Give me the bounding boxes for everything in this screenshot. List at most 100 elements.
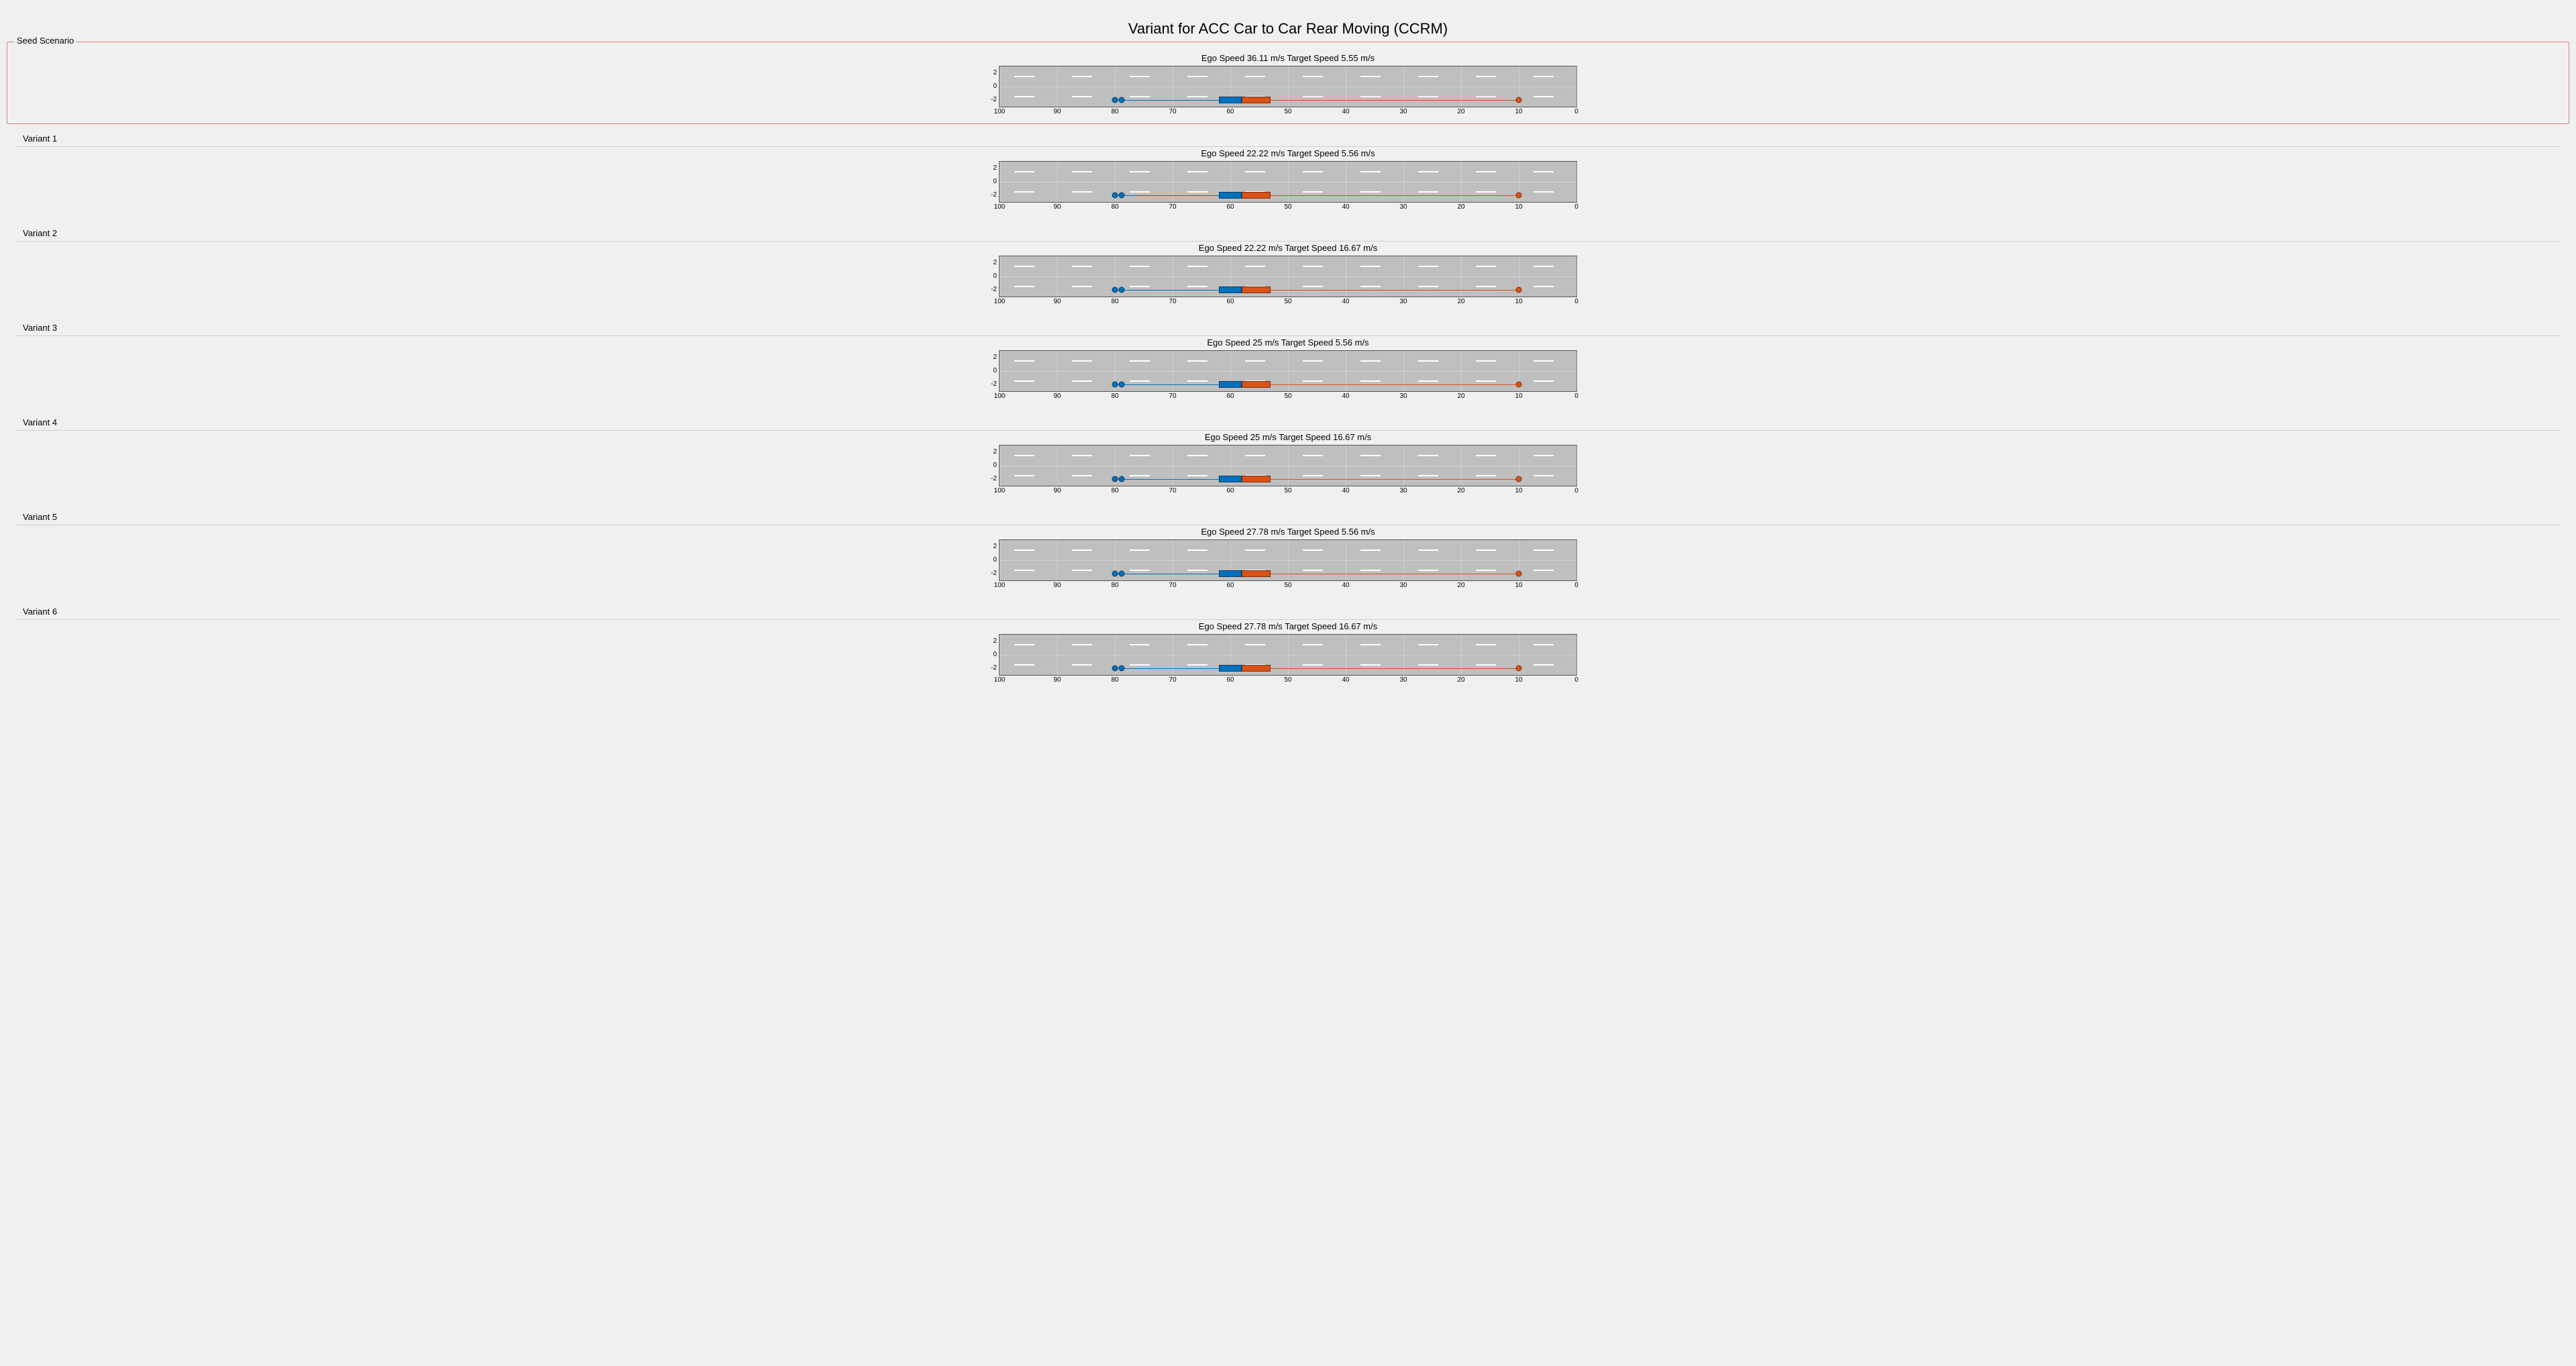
lane-dash xyxy=(1014,475,1034,476)
ego-start-dot xyxy=(1112,193,1118,199)
x-tick-label: 70 xyxy=(1169,392,1176,400)
lane-dash xyxy=(1303,570,1323,571)
panel-v3: Variant 3Ego Speed 25 m/s Target Speed 5… xyxy=(7,313,2569,408)
x-axis: 1009080706050403020100 xyxy=(1000,391,1576,402)
y-axis: 20-2 xyxy=(982,162,997,202)
road-chart: 20-21009080706050403020100 xyxy=(999,66,1577,107)
lane-dash xyxy=(1014,76,1034,77)
ego-trajectory-line xyxy=(1115,100,1219,101)
grid-vertical xyxy=(1288,351,1289,391)
lane-dash xyxy=(1245,266,1265,267)
x-tick-label: 50 xyxy=(1284,203,1291,211)
chart-wrap: 20-21009080706050403020100 xyxy=(16,445,2560,486)
panel-title: Variant 3 xyxy=(23,320,2560,333)
lane-dash xyxy=(1418,286,1438,287)
x-tick-label: 60 xyxy=(1226,582,1234,589)
x-tick-label: 90 xyxy=(1053,676,1061,684)
lane-dash xyxy=(1534,549,1554,551)
panel-divider xyxy=(16,241,2560,242)
x-tick-label: 10 xyxy=(1515,582,1522,589)
grid-vertical xyxy=(1576,540,1577,580)
lane-dash xyxy=(1187,171,1208,172)
y-tick-label: -2 xyxy=(982,286,997,293)
lane-dash xyxy=(1130,96,1150,97)
panel-divider xyxy=(16,430,2560,431)
x-tick-label: 20 xyxy=(1457,108,1464,115)
lane-dash xyxy=(1534,76,1554,77)
lane-dash xyxy=(1418,96,1438,97)
x-tick-label: 90 xyxy=(1053,298,1061,305)
lane-dash xyxy=(1360,455,1381,456)
lane-dash xyxy=(1418,549,1438,551)
lane-dash xyxy=(1303,455,1323,456)
chart-wrap: 20-21009080706050403020100 xyxy=(16,634,2560,676)
y-tick-label: 2 xyxy=(982,449,997,456)
x-tick-label: 70 xyxy=(1169,108,1176,115)
lane-dash xyxy=(1072,644,1092,645)
ego-trajectory-line xyxy=(1115,479,1219,480)
x-tick-label: 60 xyxy=(1226,203,1234,211)
x-tick-label: 0 xyxy=(1574,487,1578,494)
grid-vertical xyxy=(1057,162,1058,202)
chart-wrap: 20-21009080706050403020100 xyxy=(16,350,2560,392)
lane-dash xyxy=(1245,360,1265,362)
lane-dash xyxy=(1418,76,1438,77)
y-axis: 20-2 xyxy=(982,635,997,675)
lane-dash xyxy=(1418,266,1438,267)
lane-dash xyxy=(1360,475,1381,476)
x-tick-label: 80 xyxy=(1111,487,1118,494)
road-chart: 20-21009080706050403020100 xyxy=(999,539,1577,581)
x-tick-label: 60 xyxy=(1226,298,1234,305)
lane-dash xyxy=(1130,266,1150,267)
ego-start-dot xyxy=(1119,571,1125,577)
x-tick-label: 30 xyxy=(1399,676,1407,684)
x-tick-label: 100 xyxy=(994,298,1006,305)
grid-vertical xyxy=(1576,162,1577,202)
road-chart: 20-21009080706050403020100 xyxy=(999,256,1577,297)
lane-dash xyxy=(1476,360,1496,362)
lane-dash xyxy=(1014,286,1034,287)
lane-dash xyxy=(1360,360,1381,362)
panel-v6: Variant 6Ego Speed 27.78 m/s Target Spee… xyxy=(7,597,2569,692)
lane-dash xyxy=(1476,171,1496,172)
lane-dash xyxy=(1014,360,1034,362)
lane-dash xyxy=(1303,266,1323,267)
y-tick-label: 0 xyxy=(982,178,997,185)
x-tick-label: 90 xyxy=(1053,487,1061,494)
ego-start-dot xyxy=(1119,382,1125,388)
x-tick-label: 30 xyxy=(1399,203,1407,211)
x-tick-label: 30 xyxy=(1399,392,1407,400)
lane-dash xyxy=(1014,171,1034,172)
chart-subtitle: Ego Speed 27.78 m/s Target Speed 16.67 m… xyxy=(16,621,2560,631)
grid-vertical xyxy=(1288,635,1289,675)
lane-dash xyxy=(1072,286,1092,287)
target-trajectory-line xyxy=(1271,384,1519,385)
x-tick-label: 70 xyxy=(1169,676,1176,684)
lane-dash xyxy=(1418,570,1438,571)
target-end-dot xyxy=(1516,666,1522,672)
grid-vertical xyxy=(1057,256,1058,297)
lane-dash xyxy=(1534,570,1554,571)
lane-dash xyxy=(1534,171,1554,172)
grid-vertical xyxy=(1288,540,1289,580)
road-chart: 20-21009080706050403020100 xyxy=(999,350,1577,392)
y-tick-label: 0 xyxy=(982,83,997,90)
target-vehicle xyxy=(1242,476,1271,482)
grid-vertical xyxy=(1403,66,1404,107)
y-tick-label: -2 xyxy=(982,665,997,672)
x-tick-label: 10 xyxy=(1515,298,1522,305)
lane-dash xyxy=(1072,191,1092,193)
y-tick-label: -2 xyxy=(982,381,997,388)
x-tick-label: 20 xyxy=(1457,392,1464,400)
panel-v1: Variant 1Ego Speed 22.22 m/s Target Spee… xyxy=(7,124,2569,219)
ego-start-dot xyxy=(1112,382,1118,388)
x-tick-label: 40 xyxy=(1342,582,1349,589)
lane-dash xyxy=(1476,286,1496,287)
lane-dash xyxy=(1476,380,1496,382)
x-tick-label: 100 xyxy=(994,392,1006,400)
x-tick-label: 50 xyxy=(1284,487,1291,494)
y-axis: 20-2 xyxy=(982,351,997,391)
ego-start-dot xyxy=(1119,193,1125,199)
lane-dash xyxy=(1360,191,1381,193)
x-tick-label: 40 xyxy=(1342,392,1349,400)
